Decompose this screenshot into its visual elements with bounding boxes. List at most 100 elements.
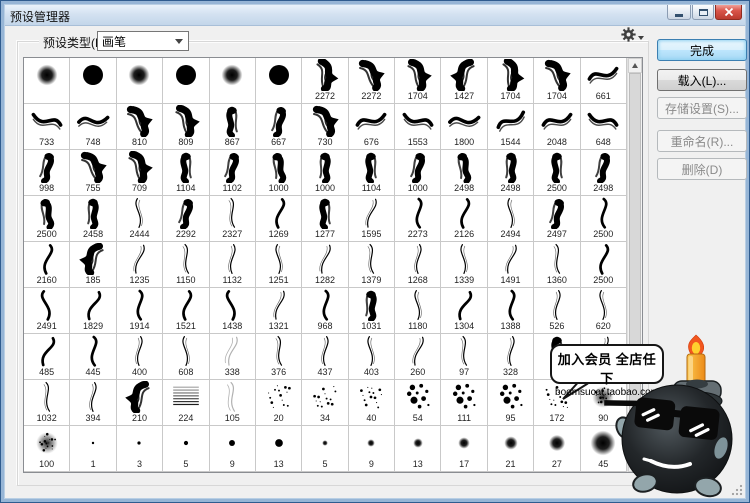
brush-preset-cell[interactable]: 1704	[395, 58, 441, 104]
brush-preset-cell[interactable]: 1704	[534, 58, 580, 104]
brush-preset-cell[interactable]: 3	[117, 426, 163, 472]
brush-preset-cell[interactable]: 1032	[24, 380, 70, 426]
brush-preset-cell[interactable]: 445	[70, 334, 116, 380]
brush-preset-cell[interactable]: 755	[70, 150, 116, 196]
brush-preset-cell[interactable]: 1031	[349, 288, 395, 334]
brush-preset-cell[interactable]: 1491	[488, 242, 534, 288]
brush-preset-cell[interactable]: 437	[302, 334, 348, 380]
brush-preset-cell[interactable]: 2444	[117, 196, 163, 242]
brush-preset-cell[interactable]: 2458	[70, 196, 116, 242]
minimize-button[interactable]	[667, 5, 691, 20]
brush-preset-cell[interactable]: 2491	[24, 288, 70, 334]
brush-preset-cell[interactable]: 2498	[441, 150, 487, 196]
brush-preset-cell[interactable]: 100	[24, 426, 70, 472]
brush-preset-cell[interactable]: 338	[210, 334, 256, 380]
close-button[interactable]	[715, 5, 742, 20]
brush-preset-cell[interactable]: 1304	[441, 288, 487, 334]
brush-preset-cell[interactable]: 2500	[581, 196, 627, 242]
brush-preset-cell[interactable]: 2292	[163, 196, 209, 242]
brush-preset-cell[interactable]: 1282	[302, 242, 348, 288]
brush-preset-cell[interactable]: 394	[70, 380, 116, 426]
brush-preset-cell[interactable]: 1269	[256, 196, 302, 242]
brush-preset-cell[interactable]: 1388	[488, 288, 534, 334]
brush-preset-cell[interactable]: 968	[302, 288, 348, 334]
brush-preset-cell[interactable]	[117, 58, 163, 104]
brush-preset-cell[interactable]: 1379	[349, 242, 395, 288]
brush-preset-cell[interactable]: 1000	[395, 150, 441, 196]
brush-preset-cell[interactable]: 1235	[117, 242, 163, 288]
brush-preset-cell[interactable]: 400	[117, 334, 163, 380]
brush-preset-cell[interactable]	[163, 58, 209, 104]
brush-preset-cell[interactable]: 661	[581, 58, 627, 104]
brush-preset-cell[interactable]: 810	[117, 104, 163, 150]
brush-preset-cell[interactable]	[24, 58, 70, 104]
brush-preset-cell[interactable]: 998	[24, 150, 70, 196]
brush-preset-cell[interactable]: 1553	[395, 104, 441, 150]
brush-preset-cell[interactable]: 2500	[24, 196, 70, 242]
brush-preset-cell[interactable]: 13	[395, 426, 441, 472]
brush-preset-cell[interactable]: 1521	[163, 288, 209, 334]
done-button[interactable]: 完成	[657, 39, 747, 61]
brush-preset-cell[interactable]: 328	[488, 334, 534, 380]
brush-preset-cell[interactable]: 2273	[395, 196, 441, 242]
brush-preset-cell[interactable]: 667	[256, 104, 302, 150]
brush-preset-cell[interactable]: 2126	[441, 196, 487, 242]
brush-preset-cell[interactable]: 224	[163, 380, 209, 426]
brush-preset-cell[interactable]: 34	[302, 380, 348, 426]
brush-preset-cell[interactable]: 1	[70, 426, 116, 472]
maximize-button[interactable]	[692, 5, 714, 20]
brush-preset-cell[interactable]: 21	[488, 426, 534, 472]
brush-preset-cell[interactable]: 260	[395, 334, 441, 380]
brush-preset-cell[interactable]: 648	[581, 104, 627, 150]
brush-preset-cell[interactable]	[210, 58, 256, 104]
scroll-up-button[interactable]	[628, 58, 642, 73]
brush-preset-cell[interactable]: 403	[349, 334, 395, 380]
brush-preset-cell[interactable]: 1251	[256, 242, 302, 288]
brush-preset-cell[interactable]: 2498	[488, 150, 534, 196]
brush-preset-cell[interactable]: 676	[349, 104, 395, 150]
brush-preset-cell[interactable]: 9	[210, 426, 256, 472]
brush-preset-cell[interactable]: 13	[256, 426, 302, 472]
brush-preset-cell[interactable]: 95	[488, 380, 534, 426]
brush-preset-cell[interactable]: 1339	[441, 242, 487, 288]
brush-preset-cell[interactable]: 54	[395, 380, 441, 426]
brush-preset-cell[interactable]: 2500	[581, 242, 627, 288]
brush-preset-cell[interactable]: 1104	[349, 150, 395, 196]
brush-preset-cell[interactable]: 867	[210, 104, 256, 150]
brush-preset-cell[interactable]: 2327	[210, 196, 256, 242]
brush-preset-cell[interactable]: 9	[349, 426, 395, 472]
brush-preset-cell[interactable]: 2272	[302, 58, 348, 104]
brush-preset-cell[interactable]: 1180	[395, 288, 441, 334]
brush-preset-cell[interactable]: 1268	[395, 242, 441, 288]
brush-preset-cell[interactable]: 5	[163, 426, 209, 472]
brush-preset-cell[interactable]: 526	[534, 288, 580, 334]
brush-preset-cell[interactable]: 485	[24, 334, 70, 380]
panel-menu-button[interactable]	[621, 27, 644, 42]
brush-preset-cell[interactable]: 1321	[256, 288, 302, 334]
brush-preset-cell[interactable]: 733	[24, 104, 70, 150]
preset-type-select[interactable]: 画笔	[97, 31, 189, 51]
brush-preset-cell[interactable]: 1544	[488, 104, 534, 150]
brush-preset-cell[interactable]: 40	[349, 380, 395, 426]
load-button[interactable]: 载入(L)...	[657, 69, 747, 91]
brush-preset-cell[interactable]: 2497	[534, 196, 580, 242]
brush-preset-cell[interactable]: 1595	[349, 196, 395, 242]
brush-preset-cell[interactable]: 730	[302, 104, 348, 150]
brush-preset-cell[interactable]: 2048	[534, 104, 580, 150]
brush-preset-cell[interactable]: 1102	[210, 150, 256, 196]
brush-preset-cell[interactable]: 1360	[534, 242, 580, 288]
brush-preset-cell[interactable]: 1914	[117, 288, 163, 334]
brush-preset-cell[interactable]: 2160	[24, 242, 70, 288]
brush-preset-cell[interactable]: 1000	[302, 150, 348, 196]
brush-preset-cell[interactable]: 1132	[210, 242, 256, 288]
brush-preset-cell[interactable]: 2272	[349, 58, 395, 104]
brush-preset-cell[interactable]: 1104	[163, 150, 209, 196]
brush-preset-cell[interactable]: 2494	[488, 196, 534, 242]
brush-preset-cell[interactable]: 2500	[534, 150, 580, 196]
brush-preset-cell[interactable]: 608	[163, 334, 209, 380]
brush-preset-cell[interactable]: 809	[163, 104, 209, 150]
brush-preset-cell[interactable]: 97	[441, 334, 487, 380]
brush-preset-cell[interactable]: 185	[70, 242, 116, 288]
brush-preset-cell[interactable]: 1704	[488, 58, 534, 104]
brush-preset-cell[interactable]: 27	[534, 426, 580, 472]
